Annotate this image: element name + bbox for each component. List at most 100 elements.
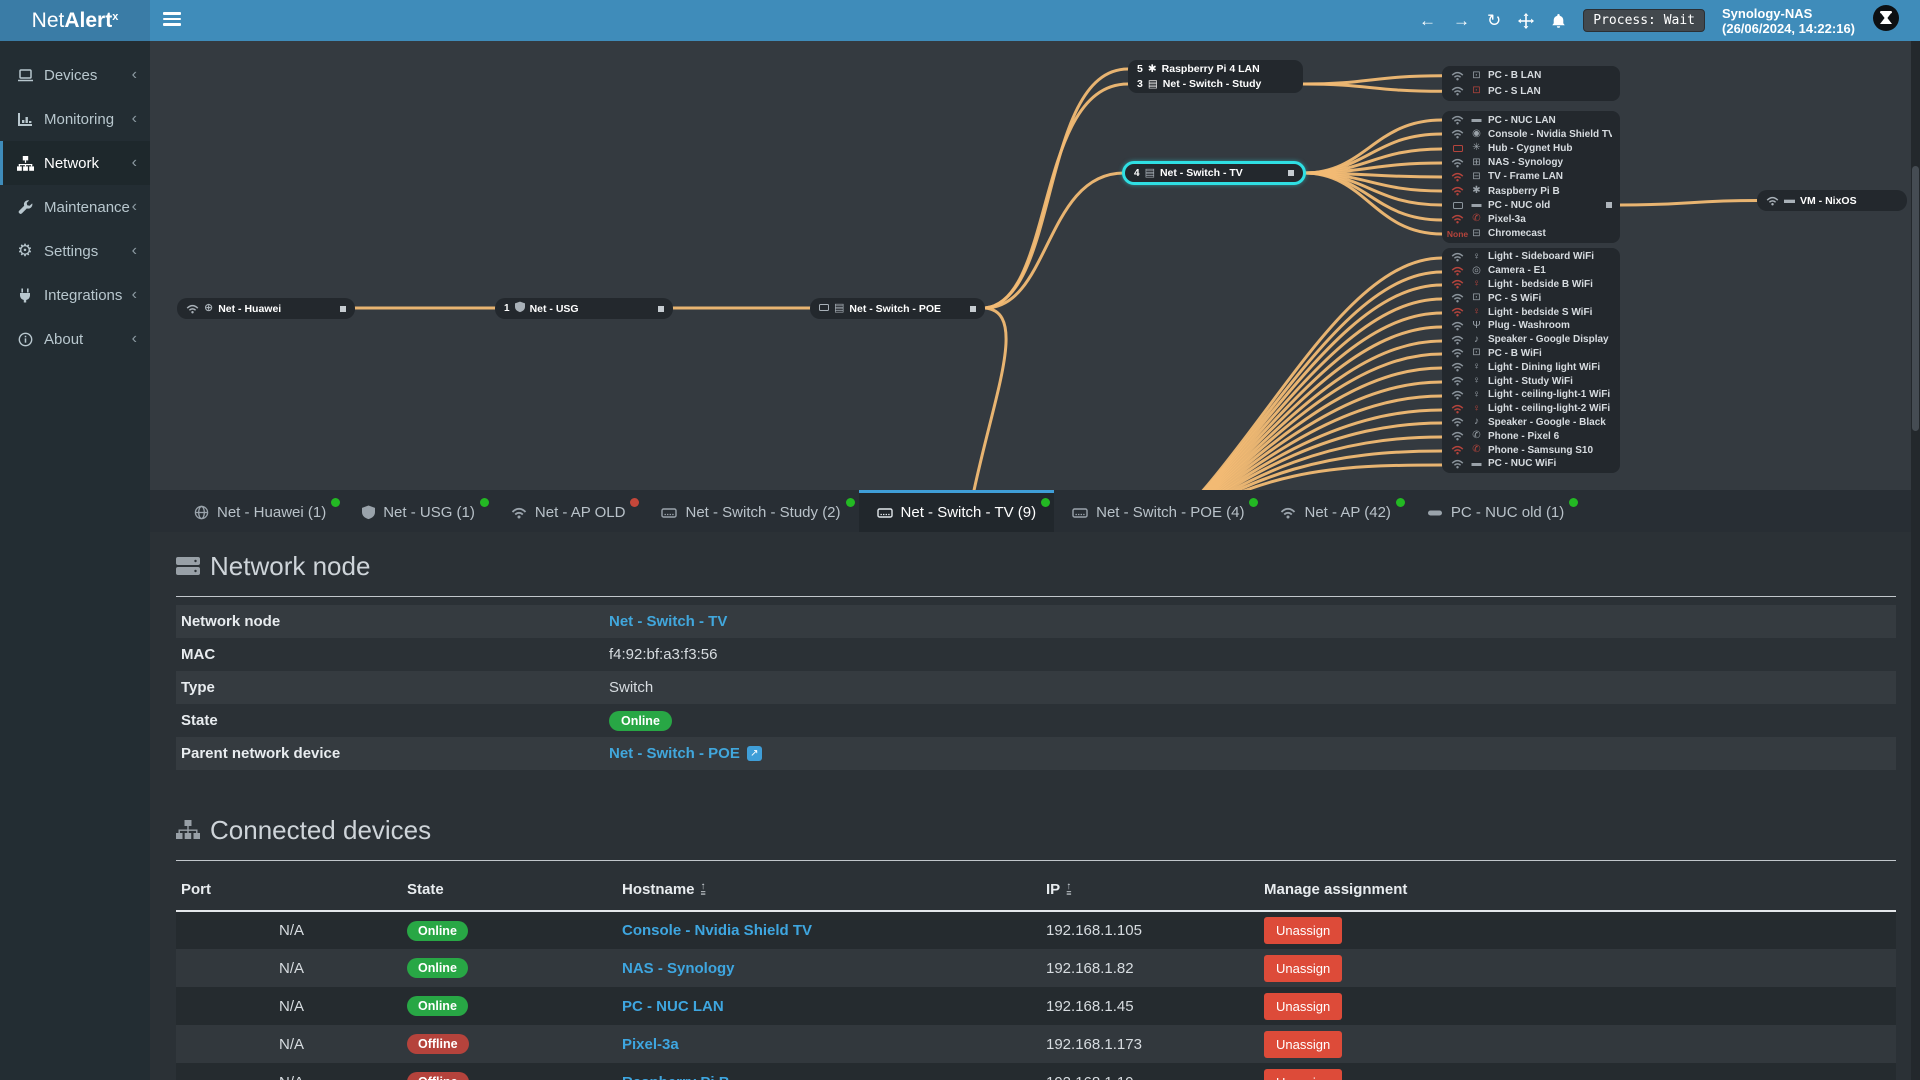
tab-net-switch-poe[interactable]: Net - Switch - POE (4) [1054,490,1262,532]
graph-node-raspberry-pi-4-lan[interactable]: 5 ✱ Raspberry Pi 4 LAN [1128,62,1303,77]
graph-device-row[interactable]: Chromecast [1442,227,1620,241]
globe-icon: ⊕ [204,302,214,314]
graph-device-row[interactable]: Light - ceiling-light-1 WiFi [1442,388,1620,402]
connection-icon [1450,404,1465,414]
graph-node-net-switch-tv-selected[interactable]: 4 ▤ Net - Switch - TV [1122,161,1306,185]
move-icon[interactable] [1518,12,1535,29]
graph-device-row[interactable]: Camera - E1 [1442,264,1620,278]
refresh-icon[interactable]: ↻ [1487,12,1501,29]
back-icon[interactable]: ← [1419,12,1436,29]
graph-device-row[interactable]: PC - NUC LAN [1442,113,1620,127]
lightbulb-icon [1470,376,1483,386]
graph-device-row[interactable]: PC - NUC old [1442,198,1620,212]
graph-device-row[interactable]: Phone - Pixel 6 [1442,429,1620,443]
tab-pc-nuc-old[interactable]: PC - NUC old (1) [1409,490,1582,532]
graph-device-row[interactable]: Raspberry Pi B [1442,184,1620,198]
wifi-icon [1451,404,1464,414]
unassign-button[interactable]: Unassign [1264,992,1343,1020]
sidebar-item-monitoring[interactable]: Monitoring ‹ [0,97,150,141]
graph-node-net-huawei[interactable]: ⊕ Net - Huawei [177,298,355,319]
column-header-hostname[interactable]: Hostname [617,861,1041,912]
sidebar-item-integrations[interactable]: Integrations ‹ [0,273,150,317]
connection-icon [1450,376,1465,386]
raspberry-icon: ✱ [1147,63,1157,75]
graph-device-row[interactable]: PC - S WiFi [1442,291,1620,305]
graph-device-row[interactable]: Light - ceiling-light-2 WiFi [1442,402,1620,416]
unassign-button[interactable]: Unassign [1264,917,1343,944]
hostname-link[interactable]: Raspberry Pi B [622,1074,730,1080]
tab-net-huawei[interactable]: Net - Huawei (1) [176,490,344,532]
sidebar-item-network[interactable]: Network ‹ [0,141,150,185]
wifi-icon [1451,376,1464,386]
graph-device-row[interactable]: PC - NUC WiFi [1442,457,1620,471]
detail-value[interactable]: Net - Switch - TV [609,613,727,630]
expand-icon[interactable] [970,305,976,312]
graph-device-row[interactable]: NAS - Synology [1442,156,1620,170]
network-topology-canvas[interactable]: ⊕ Net - Huawei 1 Net - USG ▤ Net - Switc… [150,41,1920,490]
graph-device-row[interactable]: Light - Sideboard WiFi [1442,250,1620,264]
monitor-icon [1470,71,1483,81]
graph-device-row[interactable]: Light - Dining light WiFi [1442,360,1620,374]
graph-device-row[interactable]: TV - Frame LAN [1442,170,1620,184]
hostname-link[interactable]: Pixel-3a [622,1036,679,1053]
graph-device-row[interactable]: Light - bedside S WiFi [1442,305,1620,319]
device-count: 1 [504,303,510,314]
app-logo[interactable]: Net Alert x [0,0,150,41]
graph-device-row[interactable]: Speaker - Google - Black [1442,416,1620,430]
graph-device-row[interactable]: PC - B WiFi [1442,347,1620,361]
column-header-ip[interactable]: IP [1041,861,1259,912]
graph-node-vm-nixos[interactable]: ▬ VM - NixOS [1757,190,1907,211]
ethernet-icon [1452,144,1463,152]
sidebar-toggle-icon[interactable] [163,12,181,28]
sidebar-item-devices[interactable]: Devices ‹ [0,53,150,97]
lightbulb-icon [1470,279,1483,289]
tab-net-switch-tv[interactable]: Net - Switch - TV (9) [858,490,1055,532]
graph-device-row[interactable]: Plug - Washroom [1442,319,1620,333]
graph-device-row[interactable]: Phone - Samsung S10 [1442,443,1620,457]
unassign-button[interactable]: Unassign [1264,954,1343,982]
sidebar-item-about[interactable]: About ‹ [0,317,150,361]
graph-device-row[interactable]: Light - Study WiFi [1442,374,1620,388]
tab-net-switch-study[interactable]: Net - Switch - Study (2) [643,490,858,532]
expand-icon[interactable] [658,305,664,312]
graph-device-row[interactable]: PC - B LAN [1442,68,1620,84]
tab-net-ap[interactable]: Net - AP (42) [1262,490,1408,532]
expand-icon[interactable] [1606,202,1612,209]
top-navbar: Net Alert x ← → ↻ Process: Wait Synology-N… [0,0,1920,41]
tab-net-usg[interactable]: Net - USG (1) [344,490,493,532]
graph-device-row[interactable]: Hub - Cygnet Hub [1442,141,1620,155]
graph-device-row[interactable]: Speaker - Google Display [1442,333,1620,347]
graph-device-row[interactable]: Console - Nvidia Shield TV [1442,127,1620,141]
phone-icon [1470,214,1483,224]
tv-icon [1470,229,1483,239]
expand-icon[interactable] [340,305,346,312]
unassign-button[interactable]: Unassign [1264,1030,1343,1058]
graph-node-net-switch-poe[interactable]: ▤ Net - Switch - POE [810,298,985,319]
expand-icon[interactable] [1288,170,1294,176]
sidebar: Devices ‹ Monitoring ‹ Network ‹ Mainten… [0,41,150,1080]
hostname-link[interactable]: PC - NUC LAN [622,998,724,1015]
scrollbar-thumb[interactable] [1912,166,1919,431]
bell-icon[interactable] [1551,13,1566,29]
process-status-badge[interactable]: Process: Wait [1583,9,1706,32]
sidebar-item-maintenance[interactable]: Maintenance ‹ [0,185,150,229]
hostname-link[interactable]: Console - Nvidia Shield TV [622,922,812,939]
scrollbar[interactable] [1911,41,1920,1080]
connected-devices-heading: Connected devices [176,814,1896,846]
graph-node-net-usg[interactable]: 1 Net - USG [495,298,673,319]
graph-device-row[interactable]: Pixel-3a [1442,212,1620,226]
hostname-link[interactable]: NAS - Synology [622,960,735,977]
unassign-button[interactable]: Unassign [1264,1068,1343,1080]
external-link-icon[interactable] [746,746,762,761]
graph-device-row[interactable]: PC - S LAN [1442,84,1620,100]
chevron-left-icon: ‹ [131,286,137,303]
graph-node-net-switch-study[interactable]: 3 ▤ Net - Switch - Study [1128,77,1303,92]
device-time-label: Synology-NAS (26/06/2024, 14:22:16) [1722,5,1855,36]
forward-icon[interactable]: → [1453,12,1470,29]
detail-value[interactable]: Net - Switch - POE [609,745,740,762]
graph-device-row[interactable]: Light - bedside B WiFi [1442,278,1620,292]
avatar[interactable] [1872,4,1900,37]
sidebar-item-settings[interactable]: ⚙ Settings ‹ [0,229,150,273]
port-cell: N/A [278,1035,304,1053]
tab-net-ap-old[interactable]: Net - AP OLD [493,490,644,532]
